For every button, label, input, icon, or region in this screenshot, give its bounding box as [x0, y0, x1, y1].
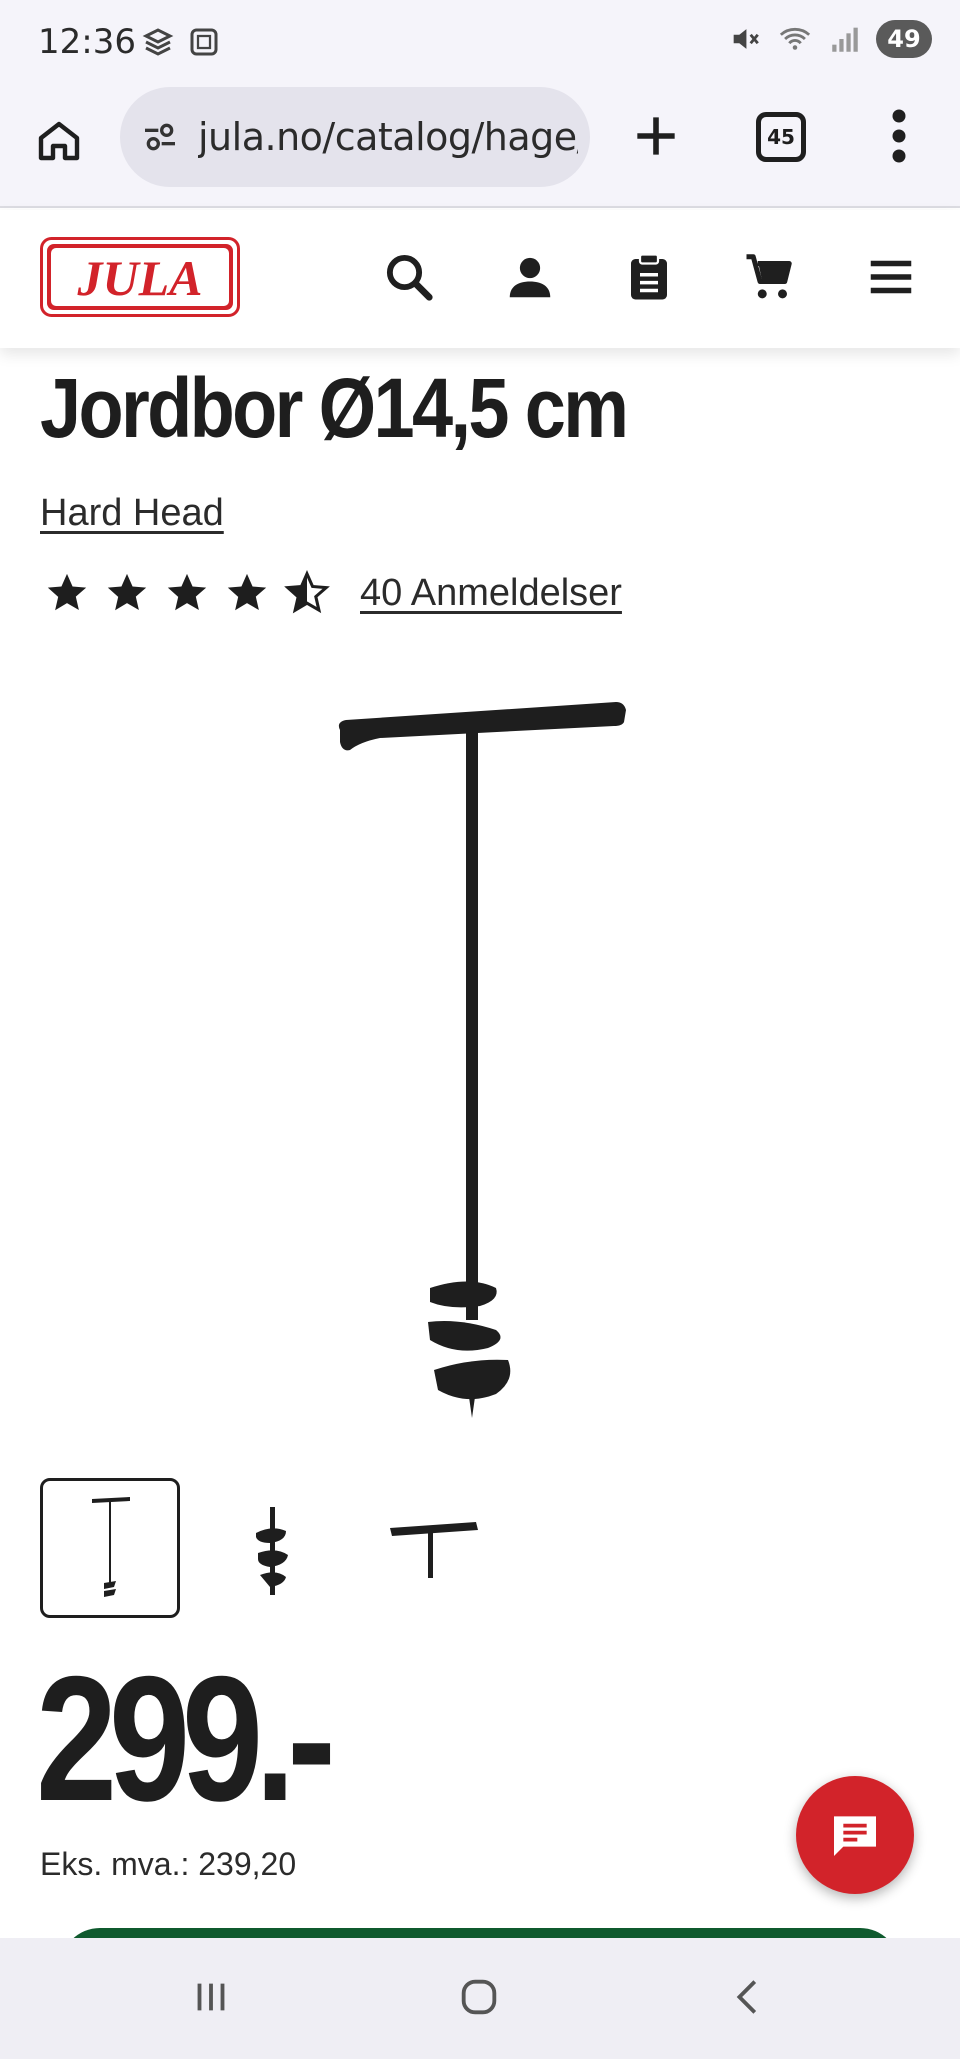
home-nav-icon[interactable]: [456, 1974, 502, 2020]
half-star-icon: [284, 570, 330, 614]
mute-icon: [733, 29, 759, 49]
site-header: JULA: [0, 210, 960, 348]
status-left-icons: [140, 24, 222, 60]
wifi-icon: [779, 27, 811, 50]
search-icon[interactable]: [382, 250, 436, 304]
status-right: 49: [728, 20, 932, 58]
star-icon: [47, 573, 87, 611]
signal-icon: [832, 27, 858, 52]
back-icon[interactable]: [726, 1974, 772, 2020]
recent-apps-icon[interactable]: [188, 1974, 234, 2020]
reviews-link[interactable]: 40 Anmeldelser: [360, 572, 622, 615]
rating-row[interactable]: 40 Anmeldelser: [44, 570, 622, 616]
hamburger-menu-icon[interactable]: [864, 250, 918, 304]
home-icon: [38, 121, 80, 161]
tabs-button[interactable]: 45: [756, 112, 806, 162]
brand-link[interactable]: Hard Head: [40, 492, 224, 535]
product-title: Jordbor Ø14,5 cm: [40, 361, 629, 455]
site-settings-icon[interactable]: [140, 117, 180, 157]
star-icon: [227, 573, 267, 611]
browser-toolbar: jula.no/catalog/hage/ 45: [0, 82, 960, 208]
thumbnail-gallery: [40, 1478, 504, 1618]
price-ex-vat: Eks. mva.: 239,20: [40, 1846, 297, 1882]
status-time: 12:36: [38, 22, 136, 62]
chat-icon: [834, 1816, 876, 1856]
cart-icon[interactable]: [742, 250, 796, 304]
product-image[interactable]: [320, 690, 640, 1430]
address-bar[interactable]: jula.no/catalog/hage/: [120, 87, 590, 187]
url-text[interactable]: jula.no/catalog/hage/: [198, 115, 578, 159]
new-tab-icon[interactable]: [628, 108, 684, 164]
logo-text: JULA: [77, 250, 203, 306]
jula-logo[interactable]: JULA: [40, 237, 240, 317]
home-button[interactable]: [34, 110, 84, 170]
screenshot-icon: [190, 28, 218, 56]
chat-button[interactable]: [796, 1776, 914, 1894]
price: 299.-: [36, 1639, 336, 1838]
thumbnail-full-view[interactable]: [40, 1478, 180, 1618]
gallery-icon: [142, 28, 174, 56]
more-menu-icon[interactable]: [886, 106, 912, 166]
shopping-list-icon[interactable]: [622, 250, 676, 304]
battery-indicator: 49: [876, 20, 932, 58]
system-nav-bar: [0, 1938, 960, 2059]
account-icon[interactable]: [503, 250, 557, 304]
thumbnail-handle-detail[interactable]: [364, 1478, 504, 1618]
star-icon: [167, 573, 207, 611]
status-bar: 12:36 49: [0, 0, 960, 82]
thumbnail-auger-detail[interactable]: [202, 1478, 342, 1618]
star-rating: [44, 570, 330, 616]
star-icon: [107, 573, 147, 611]
